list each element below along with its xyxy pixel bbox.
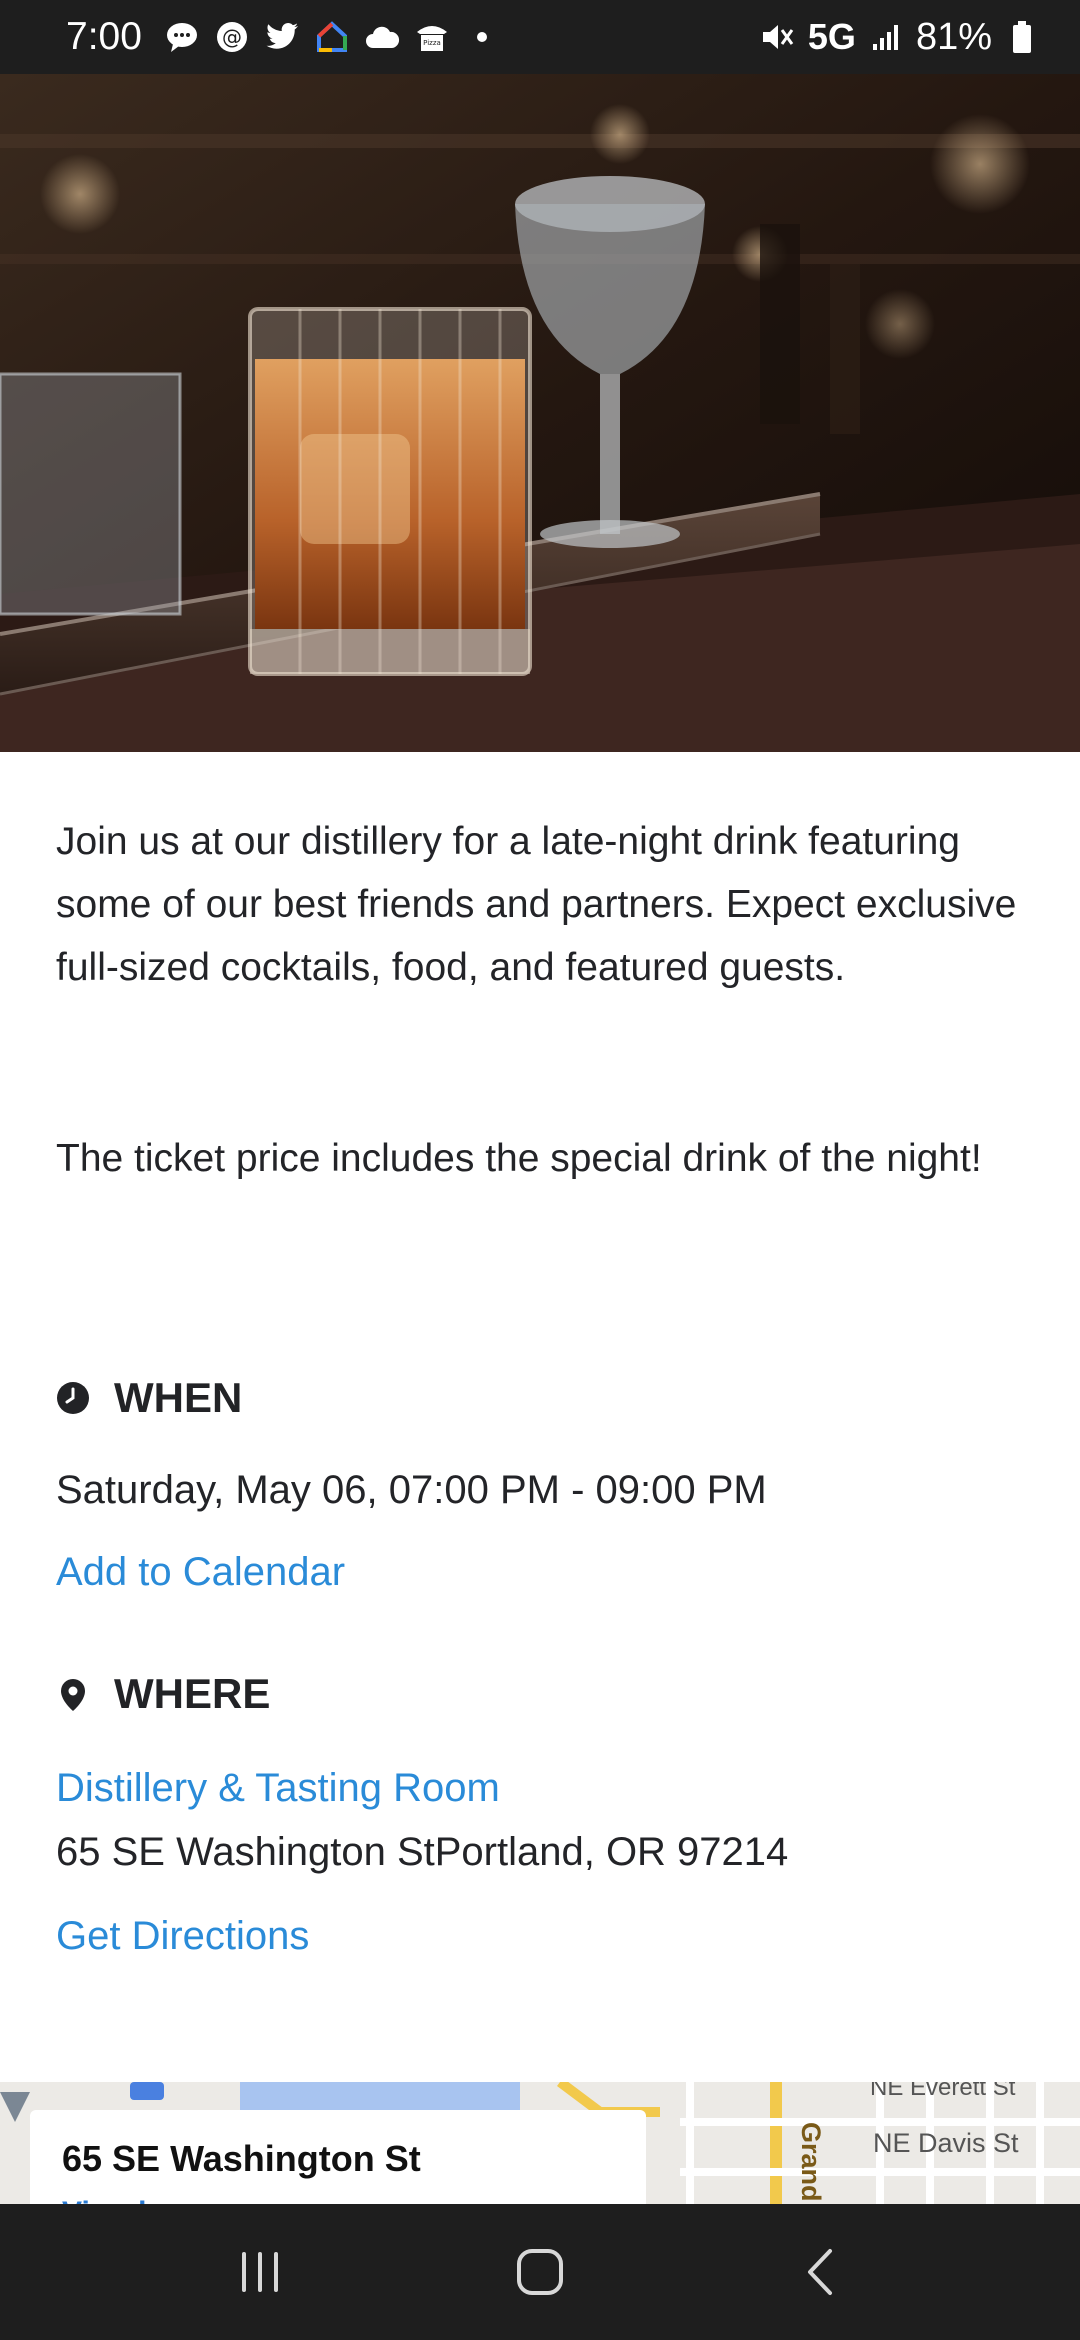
- back-icon: [808, 2249, 832, 2295]
- battery-icon: [1004, 19, 1040, 55]
- cloud-icon: [364, 19, 400, 55]
- when-label: WHEN: [114, 1374, 243, 1421]
- cocktail-photo: [0, 74, 1080, 752]
- map-street-grand: Grand Av: [796, 2122, 826, 2204]
- event-description: Join us at our distillery for a late-nig…: [56, 820, 1017, 989]
- svg-text:Pizza: Pizza: [423, 39, 441, 47]
- status-bar: 7:00 @ Pizza 5G 81%: [0, 0, 1080, 74]
- venue-address: 65 SE Washington StPortland, OR 97214: [56, 1830, 789, 1874]
- twitter-icon: [264, 19, 300, 55]
- event-hero-image: [0, 74, 1080, 752]
- when-heading: WHEN: [56, 1374, 242, 1422]
- google-home-icon: [314, 19, 350, 55]
- system-nav-bar: [0, 2204, 1080, 2340]
- clock-icon: [56, 1381, 90, 1415]
- map-info-card: 65 SE Washington St View larger map: [30, 2110, 646, 2204]
- threads-icon: @: [214, 19, 250, 55]
- event-ticket-note: The ticket price includes the special dr…: [56, 1137, 982, 1180]
- recent-apps-button[interactable]: [215, 2227, 305, 2317]
- map-card-title: 65 SE Washington St: [62, 2138, 421, 2179]
- location-pin-icon: [56, 1677, 90, 1711]
- status-time: 7:00: [66, 15, 142, 58]
- add-to-calendar-link[interactable]: Add to Calendar: [56, 1550, 345, 1595]
- event-datetime: Saturday, May 06, 07:00 PM - 09:00 PM: [56, 1468, 767, 1512]
- signal-icon: [868, 19, 904, 55]
- svg-text:@: @: [222, 25, 242, 49]
- chat-icon: [164, 19, 200, 55]
- status-right: 5G 81%: [760, 16, 1040, 59]
- where-label: WHERE: [114, 1670, 271, 1717]
- back-button[interactable]: [775, 2227, 865, 2317]
- home-button[interactable]: [495, 2227, 585, 2317]
- venue-link[interactable]: Distillery & Tasting Room: [56, 1766, 500, 1811]
- recent-apps-icon: [242, 2252, 278, 2292]
- map-street-everett: NE Everett St: [870, 2082, 1016, 2101]
- get-directions-link[interactable]: Get Directions: [56, 1914, 309, 1959]
- map-view-larger-link[interactable]: View larger map: [62, 2196, 292, 2204]
- mute-icon: [760, 19, 796, 55]
- where-heading: WHERE: [56, 1670, 270, 1718]
- status-left: 7:00 @ Pizza: [66, 15, 500, 59]
- battery-percent: 81%: [915, 15, 992, 58]
- home-icon: [517, 2249, 563, 2295]
- map-street-davis: NE Davis St: [873, 2128, 1019, 2158]
- location-map[interactable]: NE Davis St NE Everett St Grand Av 65 SE…: [0, 2082, 1080, 2204]
- pizza-hut-icon: Pizza: [414, 19, 450, 55]
- dot-icon: [464, 19, 500, 55]
- network-type: 5G: [807, 16, 856, 57]
